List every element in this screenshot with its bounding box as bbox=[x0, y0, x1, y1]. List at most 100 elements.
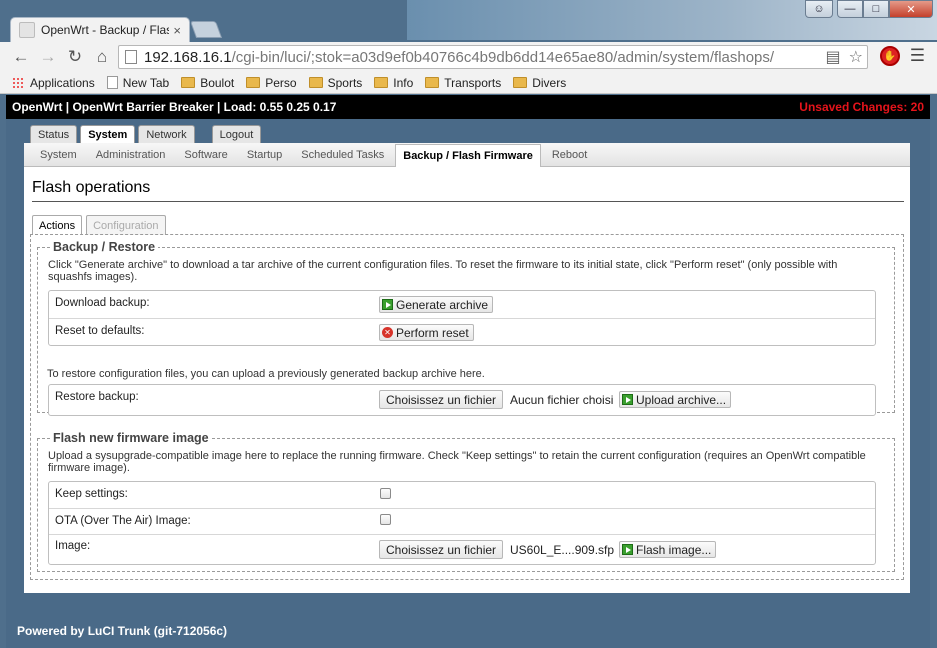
bookmark-label: Applications bbox=[30, 75, 95, 90]
tab-actions[interactable]: Actions bbox=[32, 215, 83, 235]
download-backup-label: Download backup: bbox=[55, 297, 150, 309]
backup-description: Click "Generate archive" to download a t… bbox=[48, 259, 838, 283]
browser-tab[interactable]: OpenWrt - Backup / Flash × bbox=[10, 17, 190, 42]
no-file-chosen: Aucun fichier choisi bbox=[510, 393, 614, 407]
user-icon[interactable]: ☺ bbox=[805, 0, 833, 18]
title-bar: OpenWrt - Backup / Flash × ☺ — □ ✕ bbox=[0, 0, 937, 42]
subtab-reboot[interactable]: Reboot bbox=[544, 149, 595, 166]
backup-legend: Backup / Restore bbox=[50, 240, 159, 254]
tab-close-icon[interactable]: × bbox=[173, 23, 181, 38]
bookmark-label: New Tab bbox=[122, 75, 170, 90]
bookmark-star-icon[interactable]: ☆ bbox=[849, 47, 863, 67]
flash-image-button[interactable]: Flash image... bbox=[619, 541, 717, 558]
folder-icon bbox=[308, 77, 323, 88]
generate-archive-button[interactable]: Generate archive bbox=[379, 296, 494, 313]
upload-archive-button[interactable]: Upload archive... bbox=[619, 391, 732, 408]
keep-settings-checkbox[interactable] bbox=[380, 488, 391, 499]
translate-icon[interactable]: ▤ bbox=[826, 47, 841, 67]
bookmark-applications[interactable]: Applications bbox=[12, 76, 95, 90]
browser-toolbar: ← → ↻ ⌂ 192.168.16.1/cgi-bin/luci/;stok=… bbox=[0, 42, 937, 72]
subtab-system[interactable]: System bbox=[32, 149, 85, 166]
generate-archive-label: Generate archive bbox=[396, 297, 489, 312]
header-title: OpenWrt | OpenWrt Barrier Breaker | Load… bbox=[12, 100, 337, 114]
footer: Powered by LuCI Trunk (git-712056c) bbox=[17, 624, 228, 638]
bookmark-boulot[interactable]: Boulot bbox=[181, 76, 234, 90]
flash-description: Upload a sysupgrade-compatible image her… bbox=[48, 450, 866, 474]
restore-backup-label: Restore backup: bbox=[55, 391, 139, 403]
forward-arrow-icon[interactable]: → bbox=[37, 46, 59, 68]
url-path: /cgi-bin/luci/;stok=a03d9ef0b40766c4b9db… bbox=[231, 48, 775, 66]
bookmark-perso[interactable]: Perso bbox=[246, 75, 297, 90]
subtab-software[interactable]: Software bbox=[176, 149, 235, 166]
favicon-icon bbox=[19, 22, 35, 38]
tab-logout[interactable]: Logout bbox=[211, 125, 262, 143]
folder-icon bbox=[374, 77, 389, 88]
bookmark-label: Sports bbox=[327, 75, 363, 90]
reload-icon[interactable]: ↻ bbox=[64, 46, 86, 68]
tab-status[interactable]: Status bbox=[30, 125, 78, 143]
unsaved-changes-link[interactable]: Unsaved Changes: 20 bbox=[799, 100, 924, 114]
perform-reset-label: Perform reset bbox=[396, 325, 469, 340]
backup-table: Download backup: Generate archive Reset … bbox=[48, 290, 876, 346]
ota-checkbox[interactable] bbox=[380, 514, 391, 525]
flash-firmware-fieldset: Flash new firmware image Upload a sysupg… bbox=[37, 431, 895, 572]
folder-icon bbox=[181, 77, 196, 88]
bookmark-new-tab[interactable]: New Tab bbox=[106, 75, 170, 90]
new-tab-button[interactable] bbox=[189, 21, 223, 38]
flash-image-label: Flash image... bbox=[636, 542, 712, 557]
close-window-icon[interactable]: ✕ bbox=[889, 0, 933, 18]
flash-legend: Flash new firmware image bbox=[50, 431, 212, 445]
adblock-icon[interactable]: ✋ bbox=[879, 46, 900, 66]
page-title: Flash operations bbox=[32, 179, 151, 196]
apps-grid-icon bbox=[12, 76, 24, 89]
title-divider bbox=[32, 201, 904, 202]
bookmark-label: Perso bbox=[265, 75, 297, 90]
bookmark-divers[interactable]: Divers bbox=[513, 76, 566, 90]
main-content: System Administration Software Startup S… bbox=[24, 143, 910, 593]
address-bar[interactable]: 192.168.16.1/cgi-bin/luci/;stok=a03d9ef0… bbox=[118, 45, 868, 69]
bookmark-transports[interactable]: Transports bbox=[425, 76, 501, 90]
folder-icon bbox=[246, 77, 261, 88]
tab-title: OpenWrt - Backup / Flash bbox=[41, 23, 170, 37]
url-host: 192.168.16.1 bbox=[144, 48, 232, 66]
tab-network[interactable]: Network bbox=[138, 125, 195, 143]
flash-table: Keep settings: OTA (Over The Air) Image:… bbox=[48, 481, 876, 565]
bookmark-info[interactable]: Info bbox=[374, 76, 413, 90]
bookmarks-bar: Applications New Tab Boulot Perso Sports… bbox=[0, 72, 937, 94]
bookmark-label: Boulot bbox=[200, 75, 235, 90]
choose-image-button[interactable]: Choisissez un fichier bbox=[379, 540, 504, 559]
maximize-icon[interactable]: □ bbox=[863, 0, 889, 18]
flash-icon bbox=[622, 544, 633, 555]
luci-page: OpenWrt | OpenWrt Barrier Breaker | Load… bbox=[6, 95, 930, 648]
image-label: Image: bbox=[55, 540, 91, 552]
choose-file-button[interactable]: Choisissez un fichier bbox=[379, 390, 504, 409]
keep-settings-label: Keep settings: bbox=[55, 488, 128, 500]
sub-tabs: System Administration Software Startup S… bbox=[24, 143, 910, 167]
subtab-scheduled-tasks[interactable]: Scheduled Tasks bbox=[293, 149, 392, 166]
luci-header: OpenWrt | OpenWrt Barrier Breaker | Load… bbox=[6, 95, 930, 119]
backup-restore-fieldset: Backup / Restore Click "Generate archive… bbox=[37, 240, 895, 416]
bookmark-label: Divers bbox=[532, 75, 567, 90]
page-icon bbox=[125, 50, 137, 64]
main-tabs: Status System Network Logout bbox=[30, 125, 264, 144]
back-arrow-icon[interactable]: ← bbox=[10, 46, 32, 68]
ota-label: OTA (Over The Air) Image: bbox=[55, 515, 191, 527]
upload-icon bbox=[622, 394, 633, 405]
image-row: Image: Choisissez un fichier US60L_E....… bbox=[49, 534, 875, 565]
page-icon bbox=[106, 76, 118, 89]
home-icon[interactable]: ⌂ bbox=[91, 46, 113, 68]
reset-defaults-row: Reset to defaults: ✕ Perform reset bbox=[49, 318, 875, 346]
minimize-icon[interactable]: — bbox=[837, 0, 863, 18]
subtab-backup-flash[interactable]: Backup / Flash Firmware bbox=[395, 144, 541, 167]
perform-reset-button[interactable]: ✕ Perform reset bbox=[379, 324, 474, 341]
subtab-startup[interactable]: Startup bbox=[239, 149, 290, 166]
actions-panel: Backup / Restore Click "Generate archive… bbox=[30, 234, 904, 580]
ota-row: OTA (Over The Air) Image: bbox=[49, 508, 875, 534]
browser-window: OpenWrt - Backup / Flash × ☺ — □ ✕ ← → ↻… bbox=[0, 0, 937, 648]
content-tabs: Actions Configuration bbox=[32, 215, 170, 235]
subtab-administration[interactable]: Administration bbox=[88, 149, 174, 166]
tab-configuration[interactable]: Configuration bbox=[86, 215, 166, 235]
menu-icon[interactable]: ☰ bbox=[910, 46, 925, 66]
tab-system[interactable]: System bbox=[80, 125, 136, 144]
bookmark-sports[interactable]: Sports bbox=[308, 75, 363, 90]
